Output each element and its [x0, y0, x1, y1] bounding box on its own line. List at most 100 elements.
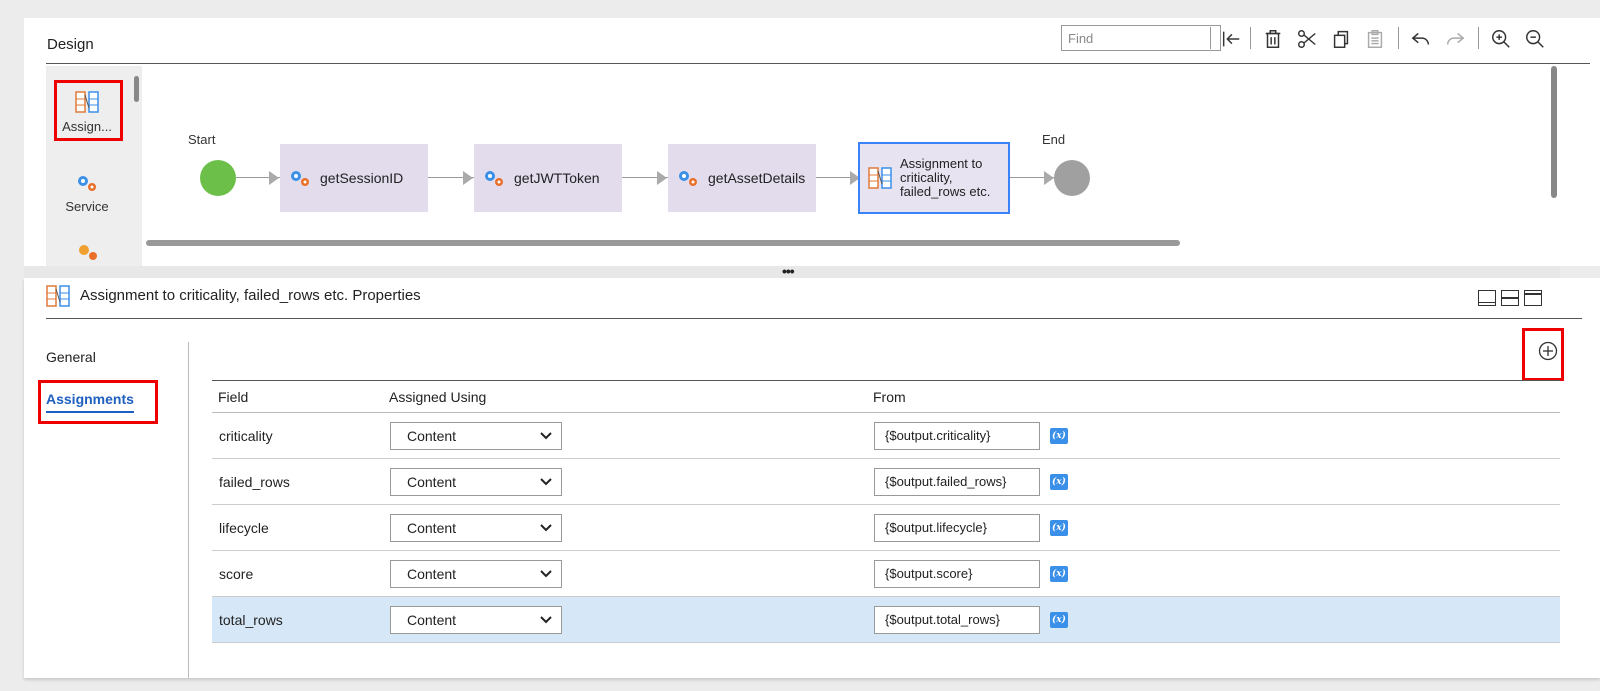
- step-assignment[interactable]: Assignment to criticality, failed_rows e…: [858, 142, 1010, 214]
- table-header-row: Field Assigned Using From: [212, 380, 1560, 413]
- paste-icon[interactable]: [1362, 26, 1388, 52]
- step-getassetdetails[interactable]: getAssetDetails: [668, 144, 816, 212]
- design-title: Design: [47, 36, 94, 53]
- chevron-down-icon: [540, 569, 552, 577]
- assigned-using-select[interactable]: Content: [390, 467, 562, 496]
- add-assignment-button[interactable]: [1538, 341, 1558, 361]
- connector-arrow: [1044, 171, 1054, 185]
- expression-button[interactable]: (x): [1050, 565, 1068, 582]
- vertical-divider: [188, 342, 189, 678]
- properties-title: Assignment to criticality, failed_rows e…: [80, 287, 421, 304]
- step-label: Assignment to criticality, failed_rows e…: [900, 156, 991, 199]
- table-row[interactable]: criticality Content {$output.criticality…: [212, 412, 1560, 459]
- expression-button[interactable]: (x): [1050, 427, 1068, 444]
- select-value: Content: [407, 473, 457, 490]
- step-label: getSessionID: [320, 170, 404, 186]
- field-cell: score: [212, 550, 383, 597]
- connector-arrow: [463, 171, 473, 185]
- tab-label: Assignments: [46, 391, 134, 407]
- from-field[interactable]: {$output.lifecycle}: [874, 513, 1040, 542]
- assignment-icon: [75, 91, 99, 113]
- palette-item-assignment[interactable]: Assign...: [54, 80, 120, 142]
- first-icon[interactable]: [1218, 26, 1244, 52]
- find-input[interactable]: [1061, 25, 1221, 51]
- copy-icon[interactable]: [1328, 26, 1354, 52]
- step-label: getJWTToken: [514, 170, 600, 186]
- toolbar-separator: [1210, 27, 1211, 49]
- chevron-down-icon: [540, 523, 552, 531]
- service-icon: [78, 176, 96, 191]
- toolbar-separator: [1250, 27, 1251, 49]
- tab-general[interactable]: General: [46, 349, 96, 365]
- active-tab-indicator: [46, 411, 134, 413]
- chevron-down-icon: [540, 477, 552, 485]
- from-field[interactable]: {$output.score}: [874, 559, 1040, 588]
- canvas-vertical-scrollbar[interactable]: [1551, 66, 1557, 198]
- end-label: End: [1042, 132, 1066, 147]
- zoom-out-icon[interactable]: [1522, 26, 1548, 52]
- select-value: Content: [407, 427, 457, 444]
- properties-panel: Assignment to criticality, failed_rows e…: [24, 278, 1600, 678]
- table-row[interactable]: failed_rows Content {$output.failed_rows…: [212, 458, 1560, 505]
- step-palette: Assign... Service: [46, 66, 142, 266]
- design-divider: [46, 63, 1590, 64]
- properties-divider: [46, 318, 1582, 319]
- cut-icon[interactable]: [1294, 26, 1320, 52]
- assignments-table: Field Assigned Using From criticality Co…: [212, 380, 1560, 643]
- service-icon: [291, 171, 309, 186]
- expression-button[interactable]: (x): [1050, 473, 1068, 490]
- expression-button[interactable]: (x): [1050, 611, 1068, 628]
- service-icon: [485, 171, 503, 186]
- from-field[interactable]: {$output.criticality}: [874, 421, 1040, 450]
- undo-icon[interactable]: [1408, 26, 1434, 52]
- column-header-from: From: [867, 380, 1167, 413]
- select-value: Content: [407, 565, 457, 582]
- palette-item-label: Assign...: [62, 119, 112, 134]
- from-field[interactable]: {$output.failed_rows}: [874, 467, 1040, 496]
- start-node[interactable]: [200, 160, 236, 196]
- zoom-in-icon[interactable]: [1488, 26, 1514, 52]
- column-header-actions: [1167, 380, 1560, 413]
- end-node[interactable]: [1054, 160, 1090, 196]
- column-header-assigned-using: Assigned Using: [383, 380, 867, 413]
- select-value: Content: [407, 519, 457, 536]
- canvas-horizontal-scrollbar[interactable]: [146, 240, 1180, 246]
- connector-arrow: [269, 171, 279, 185]
- field-cell: total_rows: [212, 596, 383, 643]
- toolbar-separator: [1398, 27, 1399, 49]
- layout-split-icon[interactable]: [1501, 290, 1519, 306]
- assigned-using-select[interactable]: Content: [390, 421, 562, 450]
- assignment-icon: [868, 167, 892, 189]
- table-row[interactable]: lifecycle Content {$output.lifecycle} (x): [212, 504, 1560, 551]
- table-row-selected[interactable]: total_rows Content {$output.total_rows} (…: [212, 596, 1560, 643]
- layout-top-icon[interactable]: [1524, 290, 1542, 306]
- layout-bottom-icon[interactable]: [1478, 290, 1496, 306]
- expression-button[interactable]: (x): [1050, 519, 1068, 536]
- start-label: Start: [188, 132, 216, 147]
- select-value: Content: [407, 611, 457, 628]
- assignment-icon: [46, 284, 70, 313]
- splitter-handle-icon[interactable]: •••: [782, 263, 795, 279]
- toolbar-separator: [1478, 27, 1479, 49]
- table-row[interactable]: score Content {$output.score} (x): [212, 550, 1560, 597]
- service-icon: [76, 242, 100, 266]
- step-getjwttoken[interactable]: getJWTToken: [474, 144, 622, 212]
- delete-icon[interactable]: [1260, 26, 1286, 52]
- palette-scrollbar[interactable]: [134, 76, 139, 102]
- tab-assignments[interactable]: Assignments: [46, 391, 134, 413]
- assigned-using-select[interactable]: Content: [390, 513, 562, 542]
- field-cell: failed_rows: [212, 458, 383, 505]
- field-cell: criticality: [212, 412, 383, 459]
- assigned-using-select[interactable]: Content: [390, 605, 562, 634]
- step-getsessionid[interactable]: getSessionID: [280, 144, 428, 212]
- redo-icon[interactable]: [1442, 26, 1468, 52]
- chevron-down-icon: [540, 615, 552, 623]
- design-panel: Design Find Assign... Service Start End …: [24, 18, 1600, 266]
- from-field[interactable]: {$output.total_rows}: [874, 605, 1040, 634]
- assigned-using-select[interactable]: Content: [390, 559, 562, 588]
- palette-item-label: Service: [65, 199, 109, 214]
- palette-item-service[interactable]: Service: [54, 160, 120, 222]
- connector-arrow: [657, 171, 667, 185]
- column-header-field: Field: [212, 380, 383, 413]
- service-icon: [679, 171, 697, 186]
